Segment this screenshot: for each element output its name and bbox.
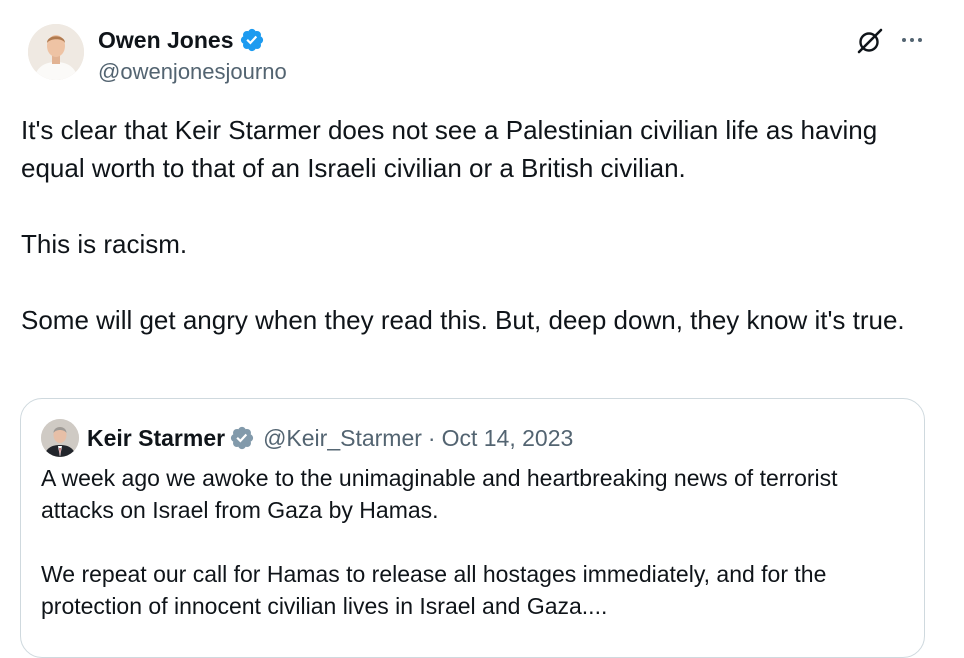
author-name-row[interactable]: Owen Jones bbox=[98, 25, 265, 55]
quoted-tweet-date[interactable]: Oct 14, 2023 bbox=[442, 422, 574, 454]
author-handle[interactable]: @owenjonesjourno bbox=[98, 58, 287, 86]
quoted-author-name[interactable]: Keir Starmer bbox=[87, 422, 225, 454]
quoted-tweet-card[interactable]: Keir Starmer @Keir_Starmer · Oct 14, 202… bbox=[20, 398, 925, 658]
author-avatar[interactable] bbox=[28, 24, 84, 80]
quoted-tweet-text: A week ago we awoke to the unimaginable … bbox=[41, 462, 911, 622]
tweet-text: It's clear that Keir Starmer does not se… bbox=[21, 111, 931, 339]
quoted-tweet-header: Keir Starmer @Keir_Starmer · Oct 14, 202… bbox=[41, 419, 573, 457]
tweet-paragraph: It's clear that Keir Starmer does not se… bbox=[21, 115, 878, 183]
tweet-paragraph: Some will get angry when they read this.… bbox=[21, 305, 905, 335]
quoted-tweet-paragraph: A week ago we awoke to the unimaginable … bbox=[41, 465, 838, 523]
verified-badge-icon bbox=[241, 28, 264, 52]
author-avatar-image bbox=[28, 24, 84, 80]
quoted-author-avatar-image bbox=[41, 419, 79, 457]
gray-verified-badge-icon bbox=[230, 426, 254, 450]
tweet-paragraph: This is racism. bbox=[21, 229, 188, 259]
quoted-author-handle[interactable]: @Keir_Starmer bbox=[263, 422, 422, 454]
author-display-name[interactable]: Owen Jones bbox=[98, 25, 233, 55]
quoted-tweet-paragraph: We repeat our call for Hamas to release … bbox=[41, 561, 827, 619]
quoted-header-separator: · bbox=[427, 425, 436, 451]
grok-icon[interactable] bbox=[856, 27, 884, 55]
quoted-author-avatar[interactable] bbox=[41, 419, 79, 457]
more-options-icon[interactable] bbox=[898, 28, 926, 52]
